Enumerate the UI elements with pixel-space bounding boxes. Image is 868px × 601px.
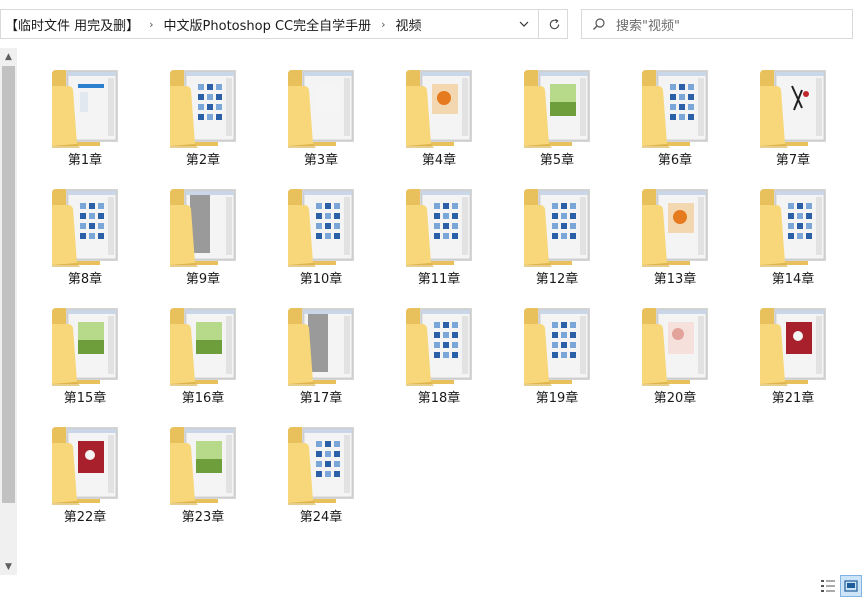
folder-icon[interactable] bbox=[168, 421, 240, 505]
folder-icon[interactable] bbox=[404, 183, 476, 267]
folder-item[interactable]: 第20章 bbox=[620, 298, 730, 410]
folder-label[interactable]: 第6章 bbox=[620, 149, 730, 168]
folder-item[interactable]: 第10章 bbox=[266, 179, 376, 291]
folder-icon[interactable] bbox=[50, 183, 122, 267]
refresh-icon[interactable] bbox=[538, 10, 569, 38]
vertical-scrollbar[interactable]: ▲ ▼ bbox=[0, 48, 17, 575]
folder-icon[interactable] bbox=[640, 64, 712, 148]
navigation-bar: 【临时文件 用完及删】 › 中文版Photoshop CC完全自学手册 › 视频… bbox=[0, 0, 868, 48]
folder-item[interactable]: 第3章 bbox=[266, 60, 376, 172]
folder-label[interactable]: 第21章 bbox=[738, 387, 848, 406]
breadcrumb-item-video[interactable]: 视频 bbox=[392, 15, 426, 34]
folder-label[interactable]: 第20章 bbox=[620, 387, 730, 406]
folder-label[interactable]: 第11章 bbox=[384, 268, 494, 287]
details-view-icon[interactable] bbox=[817, 575, 839, 597]
folder-icon[interactable] bbox=[286, 64, 358, 148]
folder-label[interactable]: 第1章 bbox=[30, 149, 140, 168]
search-placeholder[interactable]: 搜索"视频" bbox=[616, 15, 680, 34]
folder-item[interactable]: 第19章 bbox=[502, 298, 612, 410]
folder-item[interactable]: 第7章 bbox=[738, 60, 848, 172]
folder-item[interactable]: 第5章 bbox=[502, 60, 612, 172]
chevron-down-icon[interactable] bbox=[509, 10, 538, 38]
folder-label[interactable]: 第8章 bbox=[30, 268, 140, 287]
folder-label[interactable]: 第18章 bbox=[384, 387, 494, 406]
folder-item[interactable]: 第4章 bbox=[384, 60, 494, 172]
folder-icon[interactable] bbox=[50, 421, 122, 505]
folder-item[interactable]: 第13章 bbox=[620, 179, 730, 291]
folder-label[interactable]: 第10章 bbox=[266, 268, 376, 287]
folder-label[interactable]: 第12章 bbox=[502, 268, 612, 287]
search-icon[interactable] bbox=[582, 17, 616, 31]
breadcrumb-item-temp[interactable]: 【临时文件 用完及删】 bbox=[1, 15, 143, 34]
scrollbar-thumb[interactable] bbox=[2, 66, 15, 503]
folder-item[interactable]: 第6章 bbox=[620, 60, 730, 172]
folder-label[interactable]: 第19章 bbox=[502, 387, 612, 406]
folder-item[interactable]: 第22章 bbox=[30, 417, 140, 529]
folder-item[interactable]: 第16章 bbox=[148, 298, 258, 410]
folder-item[interactable]: 第23章 bbox=[148, 417, 258, 529]
folder-icon[interactable] bbox=[286, 302, 358, 386]
folder-label[interactable]: 第4章 bbox=[384, 149, 494, 168]
breadcrumb-chevron-icon[interactable]: › bbox=[375, 18, 391, 31]
breadcrumb-item-manual[interactable]: 中文版Photoshop CC完全自学手册 bbox=[160, 15, 376, 34]
folder-label[interactable]: 第24章 bbox=[266, 506, 376, 525]
folder-icon[interactable] bbox=[758, 183, 830, 267]
scroll-down-arrow-icon[interactable]: ▼ bbox=[0, 558, 17, 575]
folder-icon[interactable] bbox=[286, 421, 358, 505]
folder-label[interactable]: 第17章 bbox=[266, 387, 376, 406]
folder-grid: 第1章 第2章 第3章 第4章 第5章 第6章 第7章 第8章 第9章 第10章… bbox=[30, 60, 866, 575]
status-bar bbox=[0, 575, 868, 601]
folder-icon[interactable] bbox=[758, 64, 830, 148]
folder-label[interactable]: 第14章 bbox=[738, 268, 848, 287]
folder-item[interactable]: 第11章 bbox=[384, 179, 494, 291]
folder-label[interactable]: 第3章 bbox=[266, 149, 376, 168]
folder-item[interactable]: 第14章 bbox=[738, 179, 848, 291]
folder-icon[interactable] bbox=[404, 64, 476, 148]
folder-icon[interactable] bbox=[522, 183, 594, 267]
folder-label[interactable]: 第22章 bbox=[30, 506, 140, 525]
folder-icon[interactable] bbox=[522, 64, 594, 148]
folder-label[interactable]: 第13章 bbox=[620, 268, 730, 287]
folder-item[interactable]: 第9章 bbox=[148, 179, 258, 291]
folder-icon[interactable] bbox=[168, 183, 240, 267]
folder-icon[interactable] bbox=[286, 183, 358, 267]
folder-icon[interactable] bbox=[640, 302, 712, 386]
folder-icon[interactable] bbox=[50, 64, 122, 148]
address-bar[interactable]: 【临时文件 用完及删】 › 中文版Photoshop CC完全自学手册 › 视频 bbox=[0, 9, 568, 39]
folder-item[interactable]: 第1章 bbox=[30, 60, 140, 172]
folder-label[interactable]: 第5章 bbox=[502, 149, 612, 168]
folder-item[interactable]: 第15章 bbox=[30, 298, 140, 410]
folder-label[interactable]: 第9章 bbox=[148, 268, 258, 287]
folder-label[interactable]: 第2章 bbox=[148, 149, 258, 168]
folder-item[interactable]: 第2章 bbox=[148, 60, 258, 172]
folder-icon[interactable] bbox=[404, 302, 476, 386]
folder-icon[interactable] bbox=[522, 302, 594, 386]
folder-item[interactable]: 第21章 bbox=[738, 298, 848, 410]
folder-icon[interactable] bbox=[640, 183, 712, 267]
folder-label[interactable]: 第15章 bbox=[30, 387, 140, 406]
breadcrumb-chevron-icon[interactable]: › bbox=[143, 18, 159, 31]
scroll-up-arrow-icon[interactable]: ▲ bbox=[0, 48, 17, 65]
folder-icon[interactable] bbox=[168, 64, 240, 148]
folder-icon[interactable] bbox=[50, 302, 122, 386]
large-icons-view-icon[interactable] bbox=[840, 575, 862, 597]
folder-item[interactable]: 第17章 bbox=[266, 298, 376, 410]
folder-item[interactable]: 第8章 bbox=[30, 179, 140, 291]
folder-label[interactable]: 第16章 bbox=[148, 387, 258, 406]
search-box[interactable]: 搜索"视频" bbox=[581, 9, 853, 39]
folder-item[interactable]: 第12章 bbox=[502, 179, 612, 291]
folder-item[interactable]: 第24章 bbox=[266, 417, 376, 529]
folder-icon[interactable] bbox=[758, 302, 830, 386]
folder-icon[interactable] bbox=[168, 302, 240, 386]
folder-label[interactable]: 第7章 bbox=[738, 149, 848, 168]
folder-label[interactable]: 第23章 bbox=[148, 506, 258, 525]
folder-item[interactable]: 第18章 bbox=[384, 298, 494, 410]
